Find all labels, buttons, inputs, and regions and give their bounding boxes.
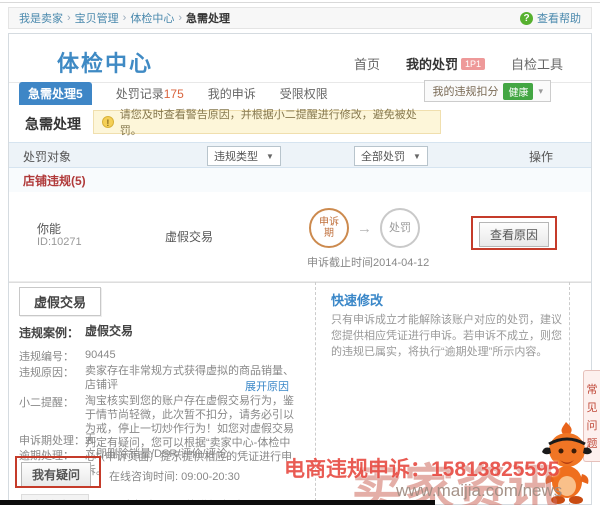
help-icon: ? [520,12,533,25]
nav-my-punishments-label: 我的处罚 [406,54,458,73]
number-value: 90445 [85,348,297,364]
dropdown-arrow-icon: ▼ [413,152,421,161]
violation-score-box[interactable]: 我的违规扣分 健康 ▾ [424,80,551,102]
tab-urgent-count: 5 [76,87,83,101]
warning-notice-text: 请您及时查看警告原因，并根据小二提醒进行修改，避免被处罚。 [120,106,432,138]
breadcrumb-link-seller[interactable]: 我是卖家 [19,10,63,26]
breadcrumb-current: 急需处理 [186,10,230,26]
breadcrumb-separator: › [67,12,71,24]
urgent-section-title: 急需处理 [25,114,81,134]
violation-group-title: 店铺违规(5) [23,172,86,189]
breadcrumb-link-items[interactable]: 宝贝管理 [75,10,119,26]
bulb-icon: ! [102,116,114,128]
overdue-handling-row: 逾期处理： 立即删除销量/DSR/评价/评论 [19,447,297,463]
punish-status: 处罚 [380,208,420,248]
case-row: 你能 ID:10271 虚假交易 申诉 期 → 处罚 申诉截止时间2014-04… [9,192,591,282]
shop-id: ID:10271 [37,236,82,248]
column-action: 操作 [529,148,553,165]
reason-label: 违规原因： [19,364,85,392]
expand-reason-link[interactable]: 展开原因 [245,378,289,394]
breadcrumb-separator: › [123,12,127,24]
nav-my-punishments[interactable]: 我的处罚 1P1 [406,54,485,73]
violation-score-label: 我的违规扣分 [432,83,498,99]
all-punishments-select[interactable]: 全部处罚 ▼ [354,146,428,166]
number-field-row: 违规编号： 90445 [19,348,297,364]
warning-notice: ! 请您及时查看警告原因，并根据小二提醒进行修改，避免被处罚。 [93,110,441,134]
number-label: 违规编号： [19,348,85,364]
appeal-handling-row: 申诉期处理： 无 [19,432,297,448]
screen: 我是卖家 › 宝贝管理 › 体检中心 › 急需处理 ? 查看帮助 体检中心 首页… [0,0,600,505]
violation-type: 虚假交易 [165,228,213,245]
all-punishments-select-value: 全部处罚 [361,148,405,164]
appeal-period-status: 申诉 期 [309,208,349,248]
page-title: 体检中心 [57,46,153,78]
tab-punish-records[interactable]: 处罚记录175 [116,85,184,102]
list-header-row: 处罚对象 违规类型 ▼ 全部处罚 ▼ 操作 [9,142,591,168]
dropdown-arrow-icon: ▼ [266,152,274,161]
overdue-handling-value: 立即删除销量/DSR/评价/评论 [85,447,297,463]
tab-punish-records-count: 175 [164,87,184,101]
quick-fix-title: 快速修改 [331,290,383,309]
online-consult-time: 在线咨询时间: 09:00-20:30 [109,468,240,484]
tab-bar: 急需处理5 处罚记录175 我的申诉 受限权限 [19,83,328,103]
health-status-badge: 健康 [503,83,533,100]
column-punish-object: 处罚对象 [23,148,71,165]
case-label: 违规案例： [19,324,85,341]
nav-self-check-tools[interactable]: 自检工具 [511,54,563,73]
tab-urgent-label: 急需处理 [28,87,76,101]
quick-fix-text: 只有申诉成立才能解除该账户对应的处罚，建议您提供相应凭证进行申诉。若申诉不成立，… [331,312,563,360]
case-field-row: 违规案例： 虚假交易 [19,324,297,341]
appeal-status-line2: 期 [324,228,334,239]
faq-char: 见 [587,399,598,415]
faq-char: 常 [587,381,598,397]
case-detail-tag: 虚假交易 [19,287,101,316]
violation-group-row: 店铺违规(5) [9,168,591,192]
header-nav: 首页 我的处罚 1P1 自检工具 [354,54,563,73]
top-divider [0,2,600,3]
violation-type-select-value: 违规类型 [214,148,258,164]
nav-home[interactable]: 首页 [354,54,380,73]
flow-arrow-icon: → [357,220,372,237]
tab-punish-records-label: 处罚记录 [116,87,164,101]
appeal-handling-value: 无 [85,432,297,448]
breadcrumb: 我是卖家 › 宝贝管理 › 体检中心 › 急需处理 ? 查看帮助 [8,7,592,29]
chevron-down-icon: ▾ [538,86,543,97]
view-reason-button[interactable]: 查看原因 [479,222,549,247]
detail-divider [9,282,591,283]
appeal-handling-label: 申诉期处理： [19,432,85,448]
bottom-black-bar [0,500,435,505]
appeal-deadline: 申诉截止时间2014-04-12 [307,254,429,270]
violation-type-select[interactable]: 违规类型 ▼ [207,146,281,166]
view-help-link[interactable]: ? 查看帮助 [520,10,581,26]
breadcrumb-separator: › [178,12,182,24]
tab-urgent[interactable]: 急需处理5 [19,82,92,105]
tab-my-appeals[interactable]: 我的申诉 [208,85,256,102]
main-panel: 体检中心 首页 我的处罚 1P1 自检工具 急需处理5 处罚记录175 我的申诉… [8,33,592,505]
watermark-phone: 电商违规申诉：15813825595 [284,453,559,483]
tab-restricted-permissions[interactable]: 受限权限 [280,85,328,102]
i-have-question-button[interactable]: 我有疑问 [21,462,91,487]
status-flow: 申诉 期 → 处罚 [309,208,420,248]
overdue-handling-label: 逾期处理： [19,447,85,463]
shop-name: 你能 [37,220,61,237]
punishment-count-badge: 1P1 [461,58,485,70]
watermark-url: www.maijia.com/news [396,481,562,501]
view-help-label: 查看帮助 [537,10,581,26]
breadcrumb-link-checkup[interactable]: 体检中心 [130,10,174,26]
appeal-status-line1: 申诉 [319,217,339,228]
case-value: 虚假交易 [85,324,297,341]
